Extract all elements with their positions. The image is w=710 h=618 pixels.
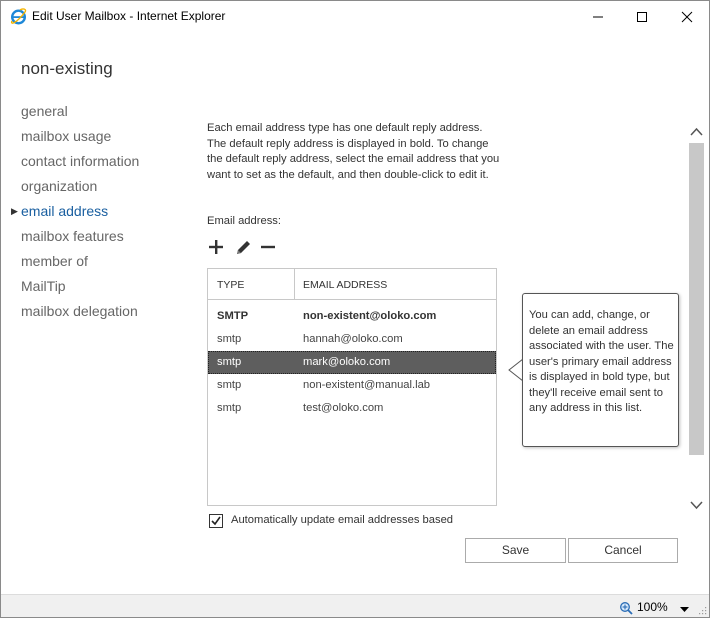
table-row-selected[interactable]: smtp mark@oloko.com: [208, 351, 496, 374]
table-row[interactable]: smtp hannah@oloko.com: [208, 328, 496, 351]
zoom-icon: [620, 602, 633, 615]
sidebar-item-email-address[interactable]: ▶ email address: [11, 201, 139, 226]
minimize-icon: [593, 16, 603, 17]
cell-address: test@oloko.com: [303, 402, 384, 414]
auto-update-option: Automatically update email addresses bas…: [209, 514, 509, 530]
sidebar-item-mailbox-features[interactable]: mailbox features: [21, 226, 139, 251]
sidebar-item-member-of[interactable]: member of: [21, 251, 139, 276]
auto-update-label: Automatically update email addresses bas…: [231, 514, 454, 526]
plus-icon[interactable]: [207, 237, 225, 257]
help-callout: You can add, change, or delete an email …: [522, 293, 679, 447]
cell-type: smtp: [217, 356, 242, 368]
pencil-icon[interactable]: [234, 237, 252, 257]
sidebar-item-general[interactable]: general: [21, 101, 139, 126]
save-button[interactable]: Save: [465, 538, 566, 563]
cell-address: non-existent@manual.lab: [303, 379, 431, 391]
cell-address: hannah@oloko.com: [303, 333, 403, 345]
column-divider: [294, 269, 295, 299]
cell-type: SMTP: [217, 310, 249, 322]
checkmark-icon: [211, 516, 221, 526]
close-icon: [681, 11, 693, 22]
table-row[interactable]: SMTP non-existent@oloko.com: [208, 305, 496, 328]
cell-type: smtp: [217, 333, 242, 345]
table-header: TYPE EMAIL ADDRESS: [208, 269, 496, 300]
cell-type: smtp: [217, 379, 242, 391]
maximize-icon: [637, 11, 647, 22]
close-window-button[interactable]: [664, 1, 709, 32]
minus-icon[interactable]: [259, 237, 277, 257]
sidebar-item-mailbox-usage[interactable]: mailbox usage: [21, 126, 139, 151]
page-title: non-existing: [21, 59, 113, 78]
zoom-level: 100%: [637, 600, 668, 614]
sidebar-item-label: email address: [21, 203, 109, 219]
table-row[interactable]: smtp non-existent@manual.lab: [208, 374, 496, 397]
auto-update-checkbox[interactable]: [209, 514, 223, 528]
internet-explorer-icon: [10, 8, 27, 25]
email-address-label: Email address:: [207, 215, 281, 227]
minimize-button[interactable]: [575, 1, 621, 32]
column-header-type[interactable]: TYPE: [217, 279, 244, 291]
title-bar: Edit User Mailbox - Internet Explorer: [1, 1, 709, 32]
sidebar-item-mailtip[interactable]: MailTip: [21, 276, 139, 301]
browser-window: Edit User Mailbox - Internet Explorer no…: [0, 0, 710, 618]
cancel-button[interactable]: Cancel: [568, 538, 678, 563]
email-address-table: TYPE EMAIL ADDRESS SMTP non-existent@olo…: [207, 268, 497, 506]
description-text: Each email address type has one default …: [207, 122, 500, 181]
callout-text: You can add, change, or delete an email …: [529, 309, 674, 414]
cell-type: smtp: [217, 402, 242, 414]
column-header-email-address[interactable]: EMAIL ADDRESS: [303, 279, 387, 291]
sidebar-item-contact-information[interactable]: contact information: [21, 151, 139, 176]
sidebar-nav: general mailbox usage contact informatio…: [11, 101, 139, 326]
scrollbar-thumb[interactable]: [689, 143, 704, 455]
sidebar-item-organization[interactable]: organization: [21, 176, 139, 201]
cell-address: non-existent@oloko.com: [303, 310, 437, 322]
zoom-dropdown-icon[interactable]: [680, 607, 689, 613]
status-bar: 100%: [1, 594, 709, 617]
scroll-down-icon[interactable]: [689, 498, 704, 512]
maximize-button[interactable]: [619, 1, 665, 32]
scroll-up-icon[interactable]: [689, 125, 704, 139]
active-arrow-icon: ▶: [11, 206, 18, 216]
sidebar-item-mailbox-delegation[interactable]: mailbox delegation: [21, 301, 139, 326]
cell-address: mark@oloko.com: [303, 356, 391, 368]
table-row[interactable]: smtp test@oloko.com: [208, 397, 496, 420]
window-title: Edit User Mailbox - Internet Explorer: [32, 9, 226, 23]
resize-grip-icon[interactable]: [698, 606, 707, 615]
